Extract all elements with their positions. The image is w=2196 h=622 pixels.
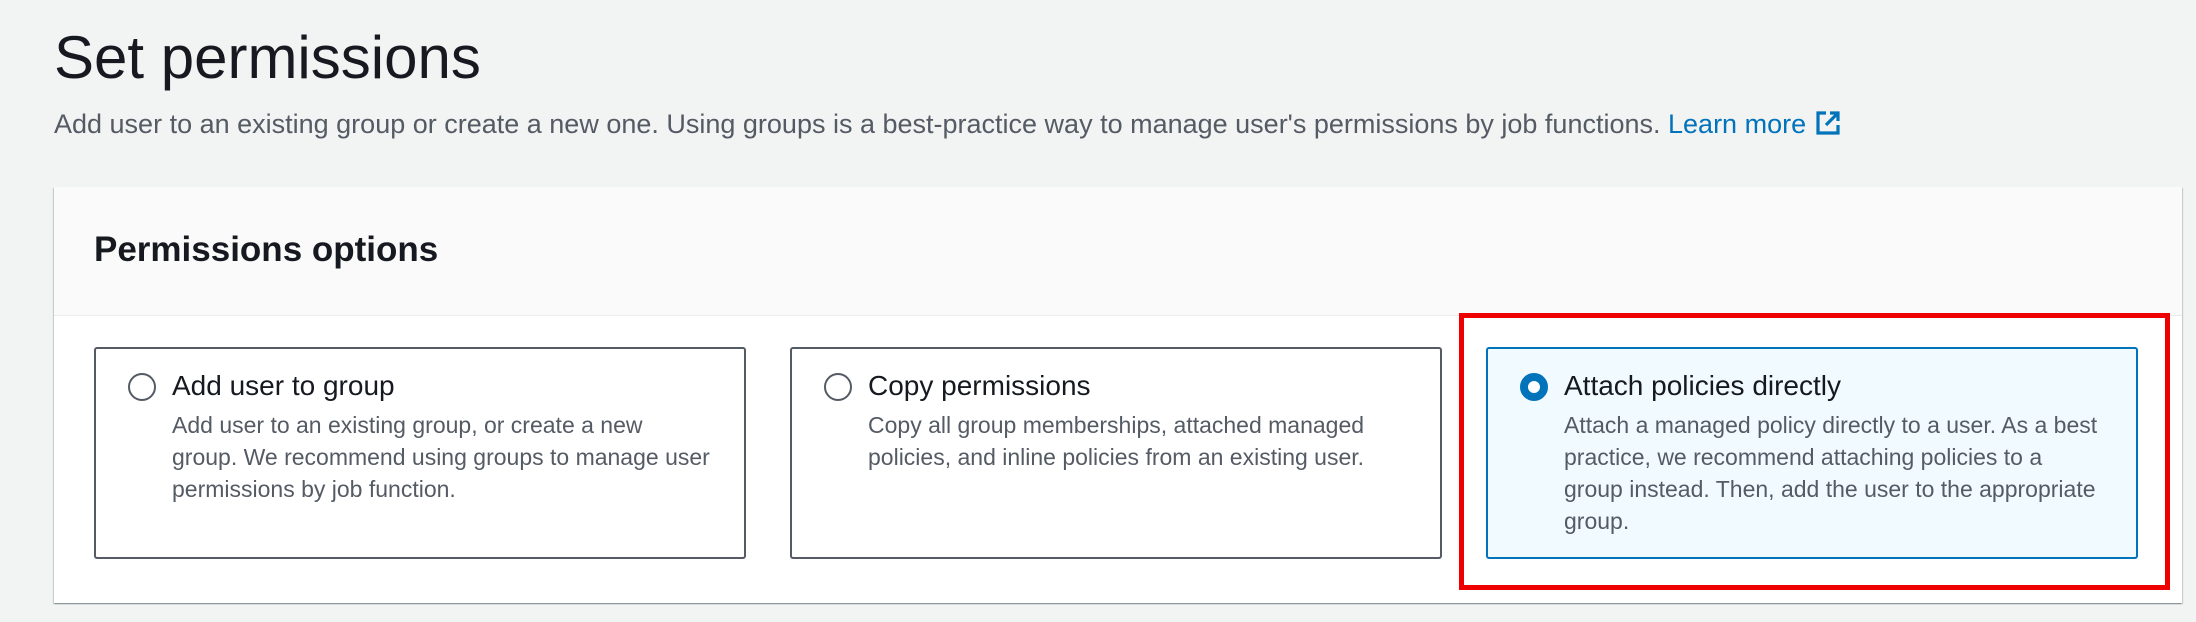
page-title: Set permissions [54, 24, 481, 91]
page-description-text: Add user to an existing group or create … [54, 109, 1661, 139]
permissions-options-panel: Permissions options Add user to group Ad… [54, 187, 2182, 603]
option-add-user-to-group[interactable]: Add user to group Add user to an existin… [94, 347, 746, 559]
option-copy-permissions[interactable]: Copy permissions Copy all group membersh… [790, 347, 1442, 559]
panel-header: Permissions options [54, 187, 2182, 316]
learn-more-link[interactable]: Learn more [1668, 109, 1842, 139]
radio-add-user-to-group[interactable] [128, 373, 156, 401]
option-description: Attach a managed policy directly to a us… [1564, 412, 2098, 534]
radio-copy-permissions[interactable] [824, 373, 852, 401]
option-attach-policies-directly[interactable]: Attach policies directly Attach a manage… [1486, 347, 2138, 559]
option-description: Add user to an existing group, or create… [172, 412, 710, 502]
learn-more-label: Learn more [1668, 109, 1807, 139]
page-description: Add user to an existing group or create … [54, 104, 1842, 144]
radio-attach-policies-directly[interactable] [1520, 373, 1548, 401]
page: Set permissions Add user to an existing … [0, 0, 2196, 622]
external-link-icon [1814, 108, 1842, 136]
option-label: Copy permissions [868, 370, 1091, 401]
panel-title: Permissions options [94, 230, 439, 269]
option-label: Attach policies directly [1564, 370, 1842, 401]
option-description: Copy all group memberships, attached man… [868, 412, 1365, 470]
option-label: Add user to group [172, 370, 395, 401]
